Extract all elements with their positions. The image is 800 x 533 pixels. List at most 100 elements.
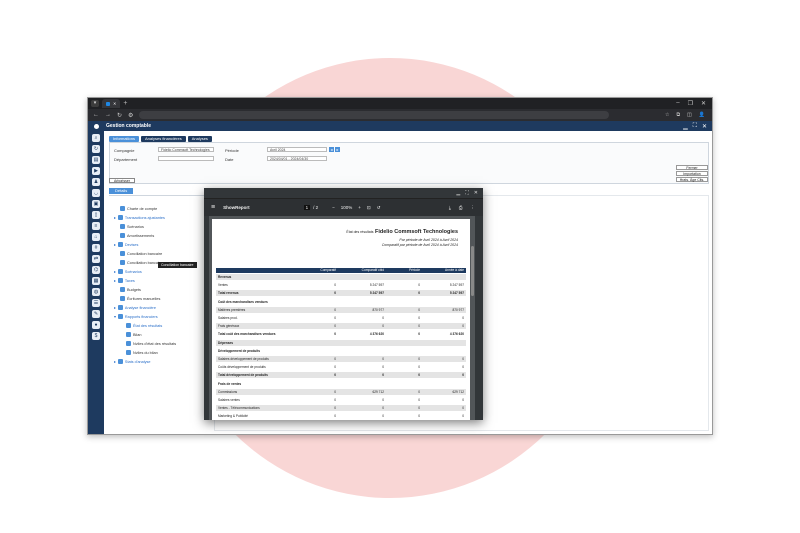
tree-item[interactable]: Bilan bbox=[126, 332, 141, 337]
ages-button[interactable]: Hrats. Âge Clts. bbox=[676, 177, 708, 182]
pdf-minimize-button[interactable]: ▁ bbox=[456, 190, 460, 196]
tab-search-button[interactable]: ▾ bbox=[91, 100, 99, 107]
browser-tab[interactable]: ✕ bbox=[102, 99, 121, 108]
tree-item[interactable]: Nvlles d'état des résultats bbox=[126, 341, 176, 346]
forward-icon[interactable]: → bbox=[105, 112, 111, 119]
tree-item[interactable]: Budgets bbox=[120, 287, 141, 292]
department-label: Département bbox=[114, 157, 138, 162]
browser-tabstrip: ▾ ✕ + – ❐ ✕ bbox=[88, 98, 712, 109]
department-field[interactable] bbox=[158, 156, 214, 161]
tree-item[interactable]: Scénarios bbox=[120, 224, 144, 229]
page-input[interactable]: 1 bbox=[303, 205, 311, 210]
bank-icon[interactable]: ⌬ bbox=[92, 266, 100, 274]
tab-close-icon[interactable]: ✕ bbox=[113, 101, 116, 106]
dollar-icon[interactable]: $ bbox=[92, 332, 100, 340]
report-table-header: Comparatif Comparatif cbld Période Année… bbox=[216, 268, 466, 273]
table-row: Coût des marchandises vendues bbox=[218, 299, 268, 304]
site-settings-icon[interactable]: ⚙ bbox=[128, 112, 133, 119]
extensions-icon[interactable]: ⧉ bbox=[676, 112, 680, 118]
print-icon[interactable]: ⎙ bbox=[459, 205, 463, 211]
app-sidebar: ⌕ ↻ ▤ ▶ ♟ ◡ ▣ ▯ ≡ ⌂ # ⇄ ⌬ ▦ ◍ ☰ ✎ ● $ bbox=[88, 131, 104, 434]
pdf-close-button[interactable]: ✕ bbox=[474, 190, 478, 196]
table-row: Marketing & Publicité 0 0 0 0 bbox=[218, 414, 464, 419]
tree-item[interactable]: Amortissements bbox=[120, 233, 154, 238]
download-icon[interactable]: ⤓ bbox=[449, 205, 451, 211]
close-window-button[interactable]: ✕ bbox=[701, 100, 706, 107]
address-bar[interactable] bbox=[139, 111, 610, 119]
sidepanel-icon[interactable]: ◫ bbox=[687, 112, 692, 118]
minimize-window-button[interactable]: – bbox=[676, 100, 679, 107]
table-row: Frais généraux 0 0 0 0 bbox=[216, 323, 466, 330]
pdf-document-area[interactable]: État des résultats Fidelio Commsoft Tech… bbox=[209, 216, 475, 420]
pdf-maximize-button[interactable]: ⛶ bbox=[465, 190, 469, 196]
wrench-icon[interactable]: ✎ bbox=[92, 310, 100, 318]
invoice-icon[interactable]: ≡ bbox=[92, 222, 100, 230]
tree-item[interactable]: Écritures manuelles bbox=[120, 296, 160, 301]
list-icon[interactable]: ☰ bbox=[92, 299, 100, 307]
period-next-button[interactable]: ▸ bbox=[335, 147, 340, 152]
truck-icon[interactable]: ▶ bbox=[92, 167, 100, 175]
period-label: Période bbox=[225, 148, 239, 153]
date-label: Date bbox=[225, 157, 234, 162]
tab-details[interactable]: Détails bbox=[109, 188, 134, 194]
bookmark-icon[interactable]: ☆ bbox=[665, 112, 669, 118]
tree-item[interactable]: ▸ Scénarios bbox=[114, 269, 142, 274]
table-row: Matières premières 0 870 977 0 870 977 bbox=[216, 306, 466, 313]
document-icon[interactable]: ▯ bbox=[92, 211, 100, 219]
tree-item[interactable]: ▸ Devises bbox=[114, 242, 138, 247]
back-icon[interactable]: ← bbox=[93, 112, 99, 119]
tree-button[interactable]: Arborisser bbox=[109, 178, 135, 183]
date-field[interactable]: 2024/04/01 - 2024/04/30 bbox=[267, 156, 327, 161]
search-icon[interactable]: ⌕ bbox=[92, 134, 100, 142]
close-button[interactable]: Fermer bbox=[676, 165, 708, 170]
users-icon[interactable]: ♟ bbox=[92, 178, 100, 186]
tree-item[interactable]: ▸ Analyse financière bbox=[114, 305, 156, 310]
tree-item[interactable]: Conciliation bancaire bbox=[120, 260, 162, 265]
zoom-out-icon[interactable]: − bbox=[332, 205, 335, 211]
refresh-icon[interactable]: ↻ bbox=[92, 145, 100, 153]
pdf-filename: ShowReport bbox=[223, 205, 250, 210]
table-row: Total développement de produits 0 0 0 0 bbox=[216, 372, 466, 379]
app-minimize-button[interactable]: ▁ bbox=[683, 123, 688, 130]
more-options-icon[interactable]: ⋮ bbox=[471, 205, 476, 211]
tree-item[interactable]: Charte de compte bbox=[120, 206, 157, 211]
grid-icon[interactable]: ▦ bbox=[92, 277, 100, 285]
app-close-button[interactable]: ✕ bbox=[702, 123, 707, 130]
zoom-level[interactable]: 100% bbox=[341, 205, 353, 211]
cart-icon[interactable]: ◡ bbox=[92, 189, 100, 197]
favicon-icon bbox=[106, 101, 110, 106]
chat-icon[interactable]: ◍ bbox=[92, 288, 100, 296]
table-row: Frais de ventes bbox=[218, 381, 242, 386]
browser-toolbar: ← → ↻ ⚙ ☆ ⧉ ◫ 👤 bbox=[88, 109, 712, 121]
table-row: Ventes - Télécommunications 0 0 0 0 bbox=[216, 405, 466, 412]
reload-icon[interactable]: ↻ bbox=[117, 112, 122, 119]
import-button[interactable]: Importation bbox=[676, 171, 708, 176]
box-icon[interactable]: ▣ bbox=[92, 200, 100, 208]
tree-item[interactable]: Conciliation bancaire bbox=[120, 251, 162, 256]
report-subtitle-compare: Comparatif par période de Avril 2024 à A… bbox=[381, 243, 458, 247]
zoom-in-icon[interactable]: + bbox=[358, 205, 361, 211]
tree-item[interactable]: ▸ Stats d'analyse bbox=[114, 359, 151, 364]
chart-icon[interactable]: ▤ bbox=[92, 156, 100, 164]
tree-item[interactable]: ▸ Transactions ajustantes bbox=[114, 215, 165, 220]
tree-item[interactable]: ▸ Taxes bbox=[114, 278, 135, 283]
company-field[interactable]: Fidelio Commsoft Technologies bbox=[158, 147, 214, 152]
fit-page-icon[interactable]: ⊡ bbox=[367, 205, 371, 211]
new-tab-button[interactable]: + bbox=[123, 100, 127, 107]
user-icon[interactable]: ● bbox=[92, 321, 100, 329]
calculator-icon[interactable]: # bbox=[92, 244, 100, 252]
menu-icon[interactable]: ≡ bbox=[211, 204, 215, 211]
tree-item[interactable]: ▾ Rapports financiers bbox=[114, 314, 158, 319]
tree-item[interactable]: État des résultats bbox=[126, 323, 162, 328]
app-maximize-button[interactable]: ⛶ bbox=[693, 123, 697, 130]
store-icon[interactable]: ⌂ bbox=[92, 233, 100, 241]
restore-window-button[interactable]: ❐ bbox=[688, 100, 693, 107]
period-prev-button[interactable]: ◂ bbox=[329, 147, 334, 152]
pdf-scrollbar[interactable] bbox=[471, 246, 474, 296]
period-field[interactable]: Avril 2024 bbox=[267, 147, 327, 152]
pdf-viewer-window: ▁ ⛶ ✕ ≡ ShowReport 1 / 2 − 100% + ⊡ ↺ ⤓ … bbox=[204, 188, 483, 420]
rotate-icon[interactable]: ↺ bbox=[377, 205, 381, 211]
transfer-icon[interactable]: ⇄ bbox=[92, 255, 100, 263]
tree-item[interactable]: Nvlles du bilan bbox=[126, 350, 158, 355]
profile-icon[interactable]: 👤 bbox=[699, 112, 705, 118]
